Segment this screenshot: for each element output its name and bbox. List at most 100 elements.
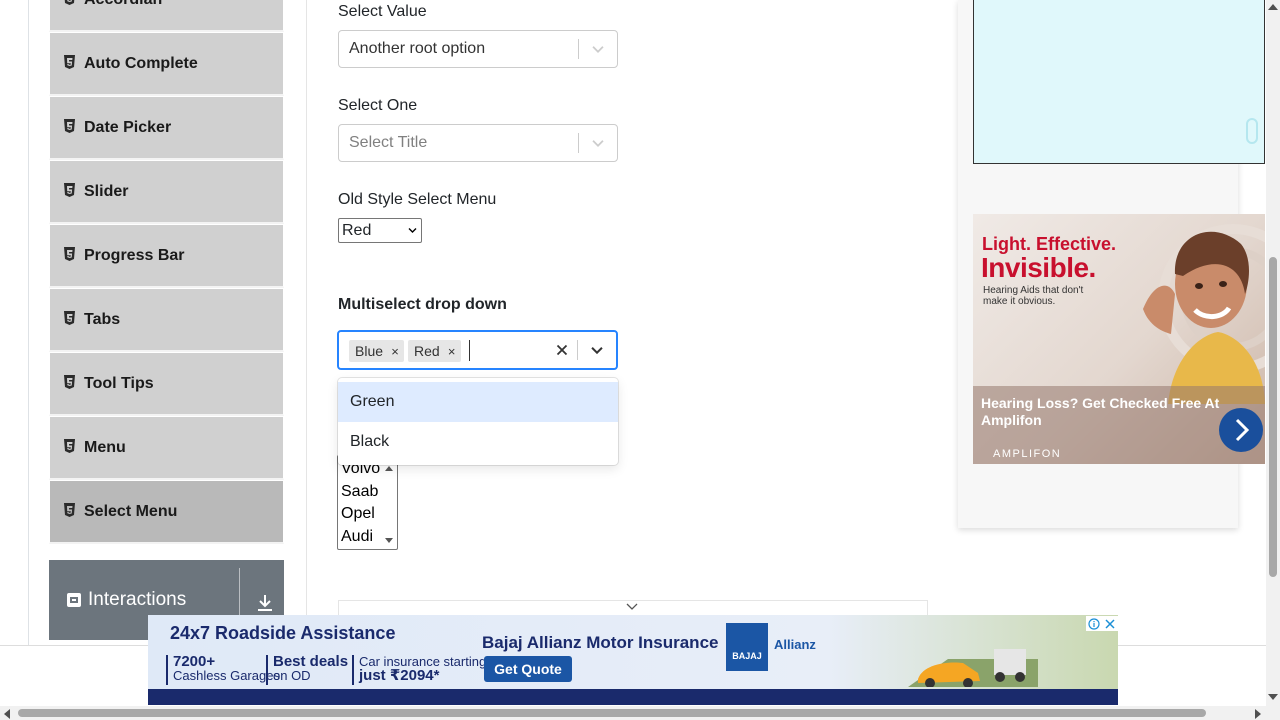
download-arrow-icon[interactable] (256, 592, 274, 612)
sidebar-item-slider[interactable]: Slider (49, 160, 284, 224)
banner-divider (166, 655, 168, 685)
sidebar-item-select-menu[interactable]: Select Menu (49, 480, 284, 544)
scroll-right-arrow-icon[interactable] (1254, 709, 1262, 719)
select-value-current: Another root option (349, 40, 486, 57)
sidebar-right-border (306, 0, 307, 645)
select-one-dropdown[interactable]: Select Title (338, 124, 618, 162)
horizontal-scrollbar[interactable] (0, 706, 1266, 720)
chevron-down-icon[interactable] (589, 134, 607, 152)
html5-icon (64, 118, 75, 133)
ad-close-icon[interactable] (1104, 618, 1116, 630)
html5-icon (64, 374, 75, 389)
old-style-select[interactable]: Red (338, 218, 422, 243)
allianz-logo: Allianz (774, 637, 816, 652)
ad-choices-controls (1086, 616, 1118, 631)
html5-icon (64, 310, 75, 325)
chip-label: Red (414, 343, 440, 359)
indicator-separator (578, 133, 579, 153)
sidebar-item-tabs[interactable]: Tabs (49, 288, 284, 352)
sidebar-item-label: Accordian (84, 0, 162, 9)
page-left-border (28, 0, 29, 645)
old-style-select-value: Red (342, 222, 372, 239)
listbox-option-saab[interactable]: Saab (341, 483, 378, 501)
sidebar-item-date-picker[interactable]: Date Picker (49, 96, 284, 160)
ad-placeholder-top[interactable] (973, 0, 1265, 164)
sidebar-item-progress-bar[interactable]: Progress Bar (49, 224, 284, 288)
html5-icon (64, 54, 75, 69)
multiselect-chip-blue: Blue × (349, 340, 405, 362)
ad-scroll-pill (1246, 118, 1258, 144)
sidebar-item-menu[interactable]: Menu (49, 416, 284, 480)
vertical-scrollbar[interactable] (1266, 0, 1280, 720)
banner-stat-deals: Best deals on OD (273, 654, 348, 683)
banner-stat-price: Car insurance starting just ₹2094* (359, 655, 486, 684)
ad-next-button[interactable] (1219, 408, 1263, 452)
banner-divider (266, 655, 268, 685)
indicator-separator (577, 340, 578, 360)
banner-divider (352, 655, 354, 685)
chevron-right-icon (1235, 418, 1250, 442)
listbox-option-audi[interactable]: Audi (341, 528, 373, 546)
banner-stat-garages: 7200+ Cashless Garages (173, 654, 280, 683)
html5-icon (64, 246, 75, 261)
multiselect-input-caret[interactable] (469, 340, 470, 361)
horizontal-scroll-thumb[interactable] (18, 709, 1206, 717)
sidebar-item-tool-tips[interactable]: Tool Tips (49, 352, 284, 416)
ad-title[interactable]: Hearing Loss? Get Checked Free At Amplif… (981, 395, 1221, 429)
html5-icon (64, 438, 75, 453)
stat-value: just ₹2094* (359, 667, 440, 684)
chip-remove-icon[interactable]: × (386, 340, 404, 362)
select-value-label: Select Value (338, 3, 427, 20)
banner-title: 24x7 Roadside Assistance (170, 623, 396, 643)
scroll-left-arrow-icon[interactable] (3, 709, 11, 719)
listbox-scrollbar[interactable] (383, 456, 397, 549)
html5-icon (64, 0, 75, 5)
multiselect-dropdown[interactable]: Blue × Red × (337, 330, 618, 370)
stat-caption: Cashless Garages (173, 668, 280, 683)
interactions-icon (67, 593, 81, 607)
sidebar-item-accordian[interactable]: Accordian (49, 0, 284, 32)
standard-multiselect-listbox[interactable]: Volvo Saab Opel Audi (337, 455, 398, 550)
chip-remove-icon[interactable]: × (443, 340, 461, 362)
ad-woman-image (1143, 224, 1265, 404)
multiselect-options-menu: Green Black (338, 378, 618, 465)
select-value-dropdown[interactable]: Another root option (338, 30, 618, 68)
hearing-ad[interactable]: Light. Effective. Invisible. Hearing Aid… (973, 214, 1265, 464)
scroll-up-arrow-icon[interactable] (1268, 3, 1278, 11)
vertical-scroll-thumb[interactable] (1269, 257, 1277, 577)
chevron-down-icon[interactable] (589, 40, 607, 58)
old-style-select-label: Old Style Select Menu (338, 191, 497, 208)
chevron-down-icon (408, 228, 417, 233)
sidebar-group-label: Interactions (88, 589, 187, 610)
clear-icon[interactable] (553, 341, 571, 359)
banner-fine-print (148, 689, 1118, 705)
ad-info-icon[interactable] (1088, 617, 1100, 630)
sidebar-item-label: Auto Complete (84, 54, 198, 72)
scroll-down-arrow-icon[interactable] (385, 538, 393, 544)
sidebar-item-label: Slider (84, 182, 129, 200)
select-one-placeholder: Select Title (349, 134, 428, 151)
sidebar-item-label: Select Menu (84, 502, 178, 520)
scroll-up-arrow-icon[interactable] (385, 465, 393, 471)
ad-brand: AMPLIFON (993, 448, 1062, 460)
option-black[interactable]: Black (338, 422, 618, 462)
sidebar-item-label: Progress Bar (84, 246, 185, 264)
html5-icon (64, 502, 75, 517)
chip-label: Blue (355, 343, 384, 359)
html5-icon (64, 182, 75, 197)
sidebar-item-label: Menu (84, 438, 126, 456)
option-green[interactable]: Green (338, 382, 618, 422)
chevron-down-icon[interactable] (588, 341, 606, 359)
select-one-label: Select One (338, 97, 418, 114)
get-quote-button[interactable]: Get Quote (484, 656, 572, 682)
sidebar-item-label: Date Picker (84, 118, 172, 136)
sidebar-item-label: Tabs (84, 310, 121, 328)
multiselect-label: Multiselect drop down (338, 296, 507, 313)
sidebar-item-auto-complete[interactable]: Auto Complete (49, 32, 284, 96)
chevron-down-icon[interactable] (625, 601, 639, 613)
listbox-option-opel[interactable]: Opel (341, 505, 375, 523)
ad-headline-2: Invisible. (981, 252, 1096, 283)
scroll-down-arrow-icon[interactable] (1268, 693, 1278, 701)
bajaj-banner-ad[interactable]: 24x7 Roadside Assistance Bajaj Allianz M… (148, 615, 1118, 705)
multiselect-chip-red: Red × (408, 340, 461, 362)
